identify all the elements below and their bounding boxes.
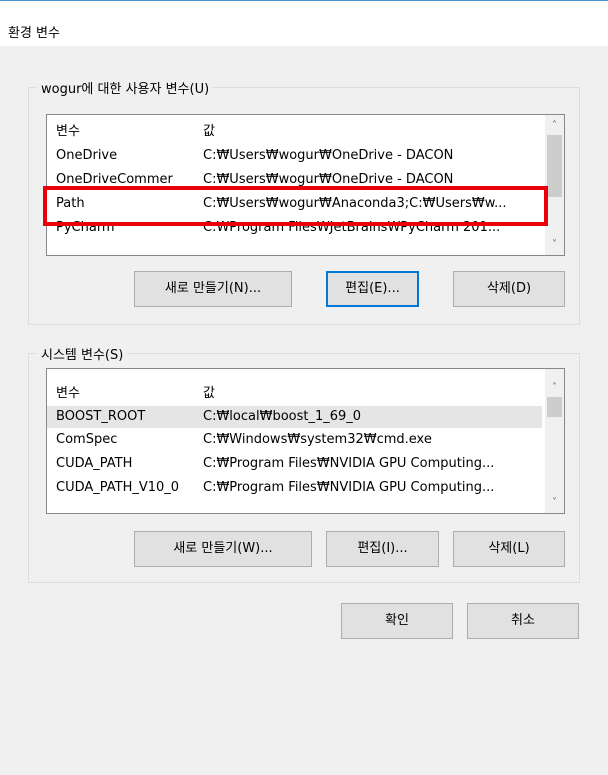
- variable-name: OneDriveCommer: [56, 172, 173, 187]
- table-row[interactable]: CUDA_PATH_V10_0 C:₩Program Files₩NVIDIA …: [47, 477, 542, 499]
- system-new-button[interactable]: 새로 만들기(W)...: [134, 531, 312, 567]
- system-variables-group: 시스템 변수(S) 변수 값 BOOST_ROOT C:₩local₩boost…: [28, 344, 580, 583]
- vertical-scrollbar[interactable]: ˄ ˅: [545, 115, 564, 255]
- variable-value: C:₩Program Files₩JetBrains₩PyCharm 201..…: [203, 220, 501, 235]
- variable-name: BOOST_ROOT: [56, 409, 146, 424]
- chevron-up-icon[interactable]: ˄: [545, 117, 564, 134]
- variable-value: C:₩Users₩wogur₩Anaconda3;C:₩Users₩w...: [203, 196, 507, 211]
- column-header-variable[interactable]: 변수: [56, 382, 196, 401]
- system-variables-list[interactable]: 변수 값 BOOST_ROOT C:₩local₩boost_1_69_0 Co…: [46, 368, 565, 514]
- variable-value: C:₩Program Files₩NVIDIA GPU Computing...: [203, 456, 495, 471]
- variable-value: C:₩Users₩wogur₩OneDrive - DACON: [203, 172, 454, 187]
- table-row[interactable]: OneDriveCommer C:₩Users₩wogur₩OneDrive -…: [47, 169, 542, 191]
- variable-value: C:₩Windows₩system32₩cmd.exe: [203, 432, 432, 447]
- list-header: 변수 값: [47, 117, 542, 139]
- table-row[interactable]: CUDA_PATH C:₩Program Files₩NVIDIA GPU Co…: [47, 453, 542, 475]
- list-header: 변수 값: [47, 379, 542, 401]
- variable-value: C:₩local₩boost_1_69_0: [203, 409, 362, 424]
- column-header-variable[interactable]: 변수: [56, 120, 196, 139]
- variable-value: C:₩Users₩wogur₩OneDrive - DACON: [203, 148, 454, 163]
- user-variables-group: wogur에 대한 사용자 변수(U) 변수 값 OneDrive C:₩Use…: [28, 78, 580, 325]
- variable-name: CUDA_PATH: [56, 456, 133, 471]
- variable-name: PyCharm: [56, 220, 115, 235]
- user-variables-group-label: wogur에 대한 사용자 변수(U): [37, 78, 214, 97]
- system-edit-button[interactable]: 편집(I)...: [326, 531, 439, 567]
- column-header-value[interactable]: 값: [203, 382, 541, 401]
- column-header-value[interactable]: 값: [203, 120, 541, 139]
- variable-name: CUDA_PATH_V10_0: [56, 480, 180, 495]
- user-new-button[interactable]: 새로 만들기(N)...: [134, 271, 292, 307]
- ok-button[interactable]: 확인: [341, 603, 453, 639]
- system-delete-button[interactable]: 삭제(L): [453, 531, 565, 567]
- scrollbar-thumb[interactable]: [547, 397, 562, 417]
- dialog-title: 환경 변수: [8, 26, 60, 41]
- user-variables-list[interactable]: 변수 값 OneDrive C:₩Users₩wogur₩OneDrive - …: [46, 114, 565, 256]
- variable-value: C:₩Program Files₩NVIDIA GPU Computing...: [203, 480, 495, 495]
- variable-name: OneDrive: [56, 148, 118, 163]
- scrollbar-thumb[interactable]: [547, 135, 562, 197]
- user-delete-button[interactable]: 삭제(D): [453, 271, 565, 307]
- variable-name: Path: [56, 196, 85, 211]
- system-variables-group-label: 시스템 변수(S): [37, 344, 128, 363]
- user-edit-button[interactable]: 편집(E)...: [326, 271, 419, 307]
- table-row[interactable]: PyCharm C:₩Program Files₩JetBrains₩PyCha…: [47, 217, 542, 239]
- chevron-down-icon[interactable]: ˅: [545, 236, 564, 253]
- table-row[interactable]: OneDrive C:₩Users₩wogur₩OneDrive - DACON: [47, 145, 542, 167]
- title-bar: 환경 변수: [0, 0, 608, 46]
- chevron-down-icon[interactable]: ˅: [545, 494, 564, 511]
- table-row[interactable]: ComSpec C:₩Windows₩system32₩cmd.exe: [47, 429, 542, 451]
- table-row[interactable]: Path C:₩Users₩wogur₩Anaconda3;C:₩Users₩w…: [47, 193, 542, 215]
- chevron-up-icon[interactable]: ˄: [545, 379, 564, 396]
- variable-name: ComSpec: [56, 432, 118, 447]
- cancel-button[interactable]: 취소: [467, 603, 579, 639]
- vertical-scrollbar[interactable]: ˄ ˅: [545, 369, 564, 513]
- table-row[interactable]: BOOST_ROOT C:₩local₩boost_1_69_0: [47, 406, 542, 428]
